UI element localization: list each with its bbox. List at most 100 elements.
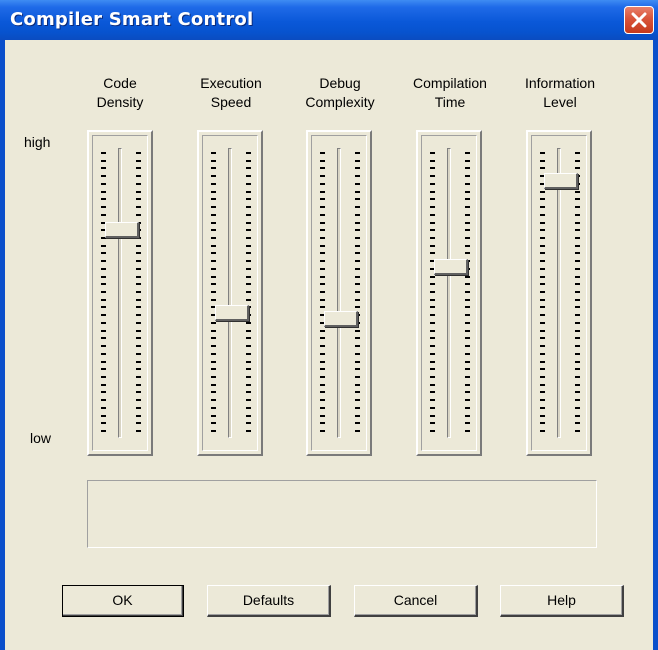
tick-mark [540,268,545,270]
tick-mark [430,399,435,401]
tick-mark [211,245,216,247]
tick-mark [320,368,325,370]
tick-mark [465,299,470,301]
tick-mark [355,268,360,270]
ok-button[interactable]: OK [62,585,184,617]
tick-mark [211,268,216,270]
tick-mark [246,430,251,432]
compilation-time-label: Compilation Time [405,74,495,112]
tick-mark [246,214,251,216]
tick-mark [320,376,325,378]
tick-mark [320,391,325,393]
tick-mark [355,167,360,169]
tick-mark [430,415,435,417]
tick-mark [355,361,360,363]
tick-mark [246,330,251,332]
slider-thumb[interactable] [105,222,139,238]
tick-mark [465,399,470,401]
tick-mark [101,183,106,185]
defaults-button[interactable]: Defaults [207,585,331,617]
tick-mark [430,175,435,177]
help-button[interactable]: Help [500,585,624,617]
tick-mark [211,361,216,363]
tick-mark [540,314,545,316]
label-line-1: Code [103,75,137,91]
title-bar[interactable]: Compiler Smart Control [0,0,658,40]
tick-mark [246,260,251,262]
slider-thumb[interactable] [544,173,578,189]
tick-mark [355,376,360,378]
ticks-right [465,152,471,432]
slider-thumb[interactable] [215,305,249,321]
tick-mark [136,407,141,409]
slider-thumb[interactable] [434,259,468,275]
tick-mark [320,214,325,216]
tick-mark [355,237,360,239]
ticks-left [101,152,107,432]
label-line-2: Time [434,94,466,110]
tick-mark [211,422,216,424]
tick-mark [136,384,141,386]
tick-mark [540,237,545,239]
tick-mark [211,260,216,262]
tick-mark [430,391,435,393]
cancel-button[interactable]: Cancel [354,585,478,617]
tick-mark [540,291,545,293]
tick-mark [211,222,216,224]
code-density-slider[interactable] [87,130,153,456]
tick-mark [136,322,141,324]
execution-speed-slider[interactable] [197,130,263,456]
tick-mark [355,399,360,401]
close-button[interactable] [624,6,654,34]
tick-mark [101,198,106,200]
tick-mark [320,361,325,363]
tick-mark [430,245,435,247]
ok-button-label: OK [112,592,133,608]
tick-mark [465,345,470,347]
tick-mark [136,376,141,378]
tick-mark [540,430,545,432]
tick-mark [430,376,435,378]
tick-mark [355,152,360,154]
compilation-time-slider[interactable] [416,130,482,456]
tick-mark [246,368,251,370]
tick-mark [575,237,580,239]
tick-mark [430,353,435,355]
tick-mark [320,245,325,247]
tick-mark [101,368,106,370]
tick-mark [136,214,141,216]
tick-mark [320,422,325,424]
tick-mark [465,252,470,254]
tick-mark [575,337,580,339]
tick-mark [465,183,470,185]
tick-mark [211,160,216,162]
tick-mark [430,430,435,432]
tick-mark [430,322,435,324]
debug-complexity-slider[interactable] [306,130,372,456]
tick-mark [136,361,141,363]
tick-mark [211,407,216,409]
slider-track [118,148,122,438]
slider-thumb[interactable] [324,311,358,327]
tick-mark [136,183,141,185]
tick-mark [575,214,580,216]
information-level-slider[interactable] [526,130,592,456]
label-line-2: Level [543,94,577,110]
tick-mark [465,175,470,177]
tick-mark [246,237,251,239]
tick-mark [320,229,325,231]
tick-mark [101,283,106,285]
label-line-2: Complexity [305,94,375,110]
tick-mark [575,299,580,301]
tick-mark [136,291,141,293]
ticks-right [136,152,142,432]
tick-mark [465,368,470,370]
tick-mark [246,291,251,293]
tick-mark [355,391,360,393]
tick-mark [355,368,360,370]
tick-mark [465,222,470,224]
tick-mark [246,276,251,278]
tick-mark [430,337,435,339]
tick-mark [465,276,470,278]
tick-mark [430,252,435,254]
